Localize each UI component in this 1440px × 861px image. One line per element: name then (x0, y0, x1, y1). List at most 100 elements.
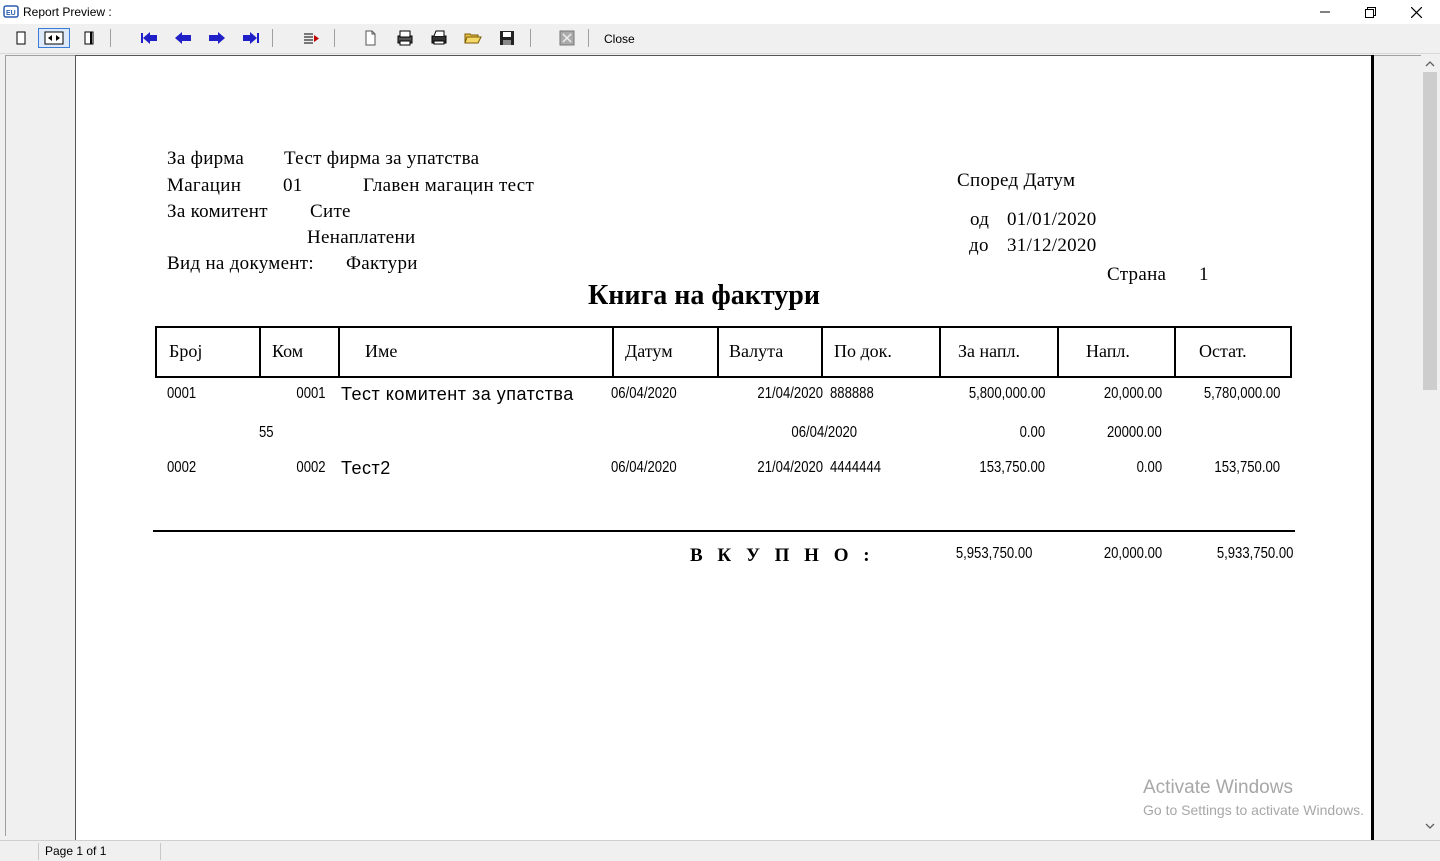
total-za-napl: 5,953,750.00 (955, 545, 1032, 562)
activation-watermark-subtitle: Go to Settings to activate Windows. (1143, 802, 1364, 818)
one-page-button[interactable] (10, 28, 32, 48)
warehouse-label: Магацин (167, 175, 242, 196)
col-header-napl: Напл. (1086, 341, 1130, 361)
page-number: 1 (1199, 264, 1209, 285)
company-label: За фирма (167, 148, 245, 169)
activation-watermark-title: Activate Windows (1143, 777, 1293, 798)
cell-sub-date: 06/04/2020 (791, 424, 857, 441)
cell-za-napl: 5,800,000.00 (968, 385, 1045, 402)
fit-width-button[interactable] (38, 28, 70, 48)
minimize-icon (1320, 11, 1330, 13)
save-button[interactable] (496, 28, 518, 48)
printer-setup-button[interactable] (394, 28, 416, 48)
cell-ostat: 153,750.00 (1214, 459, 1280, 476)
cell-po-dok: 888888 (830, 385, 874, 402)
col-header-ime: Име (365, 341, 398, 361)
col-header-datum: Датум (625, 341, 673, 361)
doc-type-label: Вид на документ: (167, 253, 314, 274)
company-value: Тест фирма за упатства (284, 148, 480, 169)
cell-sub-za-napl: 0.00 (1019, 424, 1045, 441)
goto-page-icon (304, 33, 319, 44)
page-status: Page 1 of 1 (38, 843, 161, 860)
close-icon (1410, 6, 1422, 18)
scroll-down-icon[interactable] (1425, 821, 1435, 831)
open-icon (464, 33, 482, 44)
svg-text:EU: EU (6, 10, 16, 17)
restore-button[interactable] (1347, 0, 1393, 24)
next-page-icon (209, 32, 225, 44)
prev-page-button[interactable] (172, 28, 194, 48)
totals-divider (153, 530, 1295, 532)
warehouse-code: 01 (283, 175, 303, 196)
col-header-kom: Ком (272, 341, 304, 361)
client-value: Сите (310, 201, 351, 222)
cell-za-napl: 153,750.00 (979, 459, 1045, 476)
zoom-icon (559, 30, 575, 46)
page-setup-icon (365, 30, 376, 46)
last-page-icon (243, 32, 259, 44)
print-icon (431, 30, 447, 45)
cell-ime: Тест комитент за упатства (341, 384, 574, 404)
save-icon (500, 31, 514, 45)
col-header-broj: Број (169, 341, 203, 361)
cell-datum: 06/04/2020 (611, 459, 677, 476)
doc-type-value: Фактури (346, 253, 418, 274)
cell-broj: 0002 (167, 459, 197, 476)
restore-icon (1364, 6, 1376, 18)
total-napl: 20,000.00 (1103, 545, 1162, 562)
zoom-button[interactable] (556, 28, 578, 48)
cell-sub-number: 55 (259, 424, 274, 441)
one-page-icon (16, 31, 26, 45)
page-setup-button[interactable] (359, 28, 381, 48)
vertical-scrollbar[interactable] (1421, 55, 1440, 835)
cell-ostat: 5,780,000.00 (1203, 385, 1280, 402)
table-header: Број Ком Име Датум Валута По док. За нап… (155, 326, 1292, 378)
window-title: Report Preview : (23, 5, 112, 19)
app-icon: EU (3, 5, 19, 18)
cell-ime: Тест2 (341, 458, 391, 478)
cell-napl: 20,000.00 (1103, 385, 1162, 402)
total-ostat: 5,933,750.00 (1216, 545, 1293, 562)
print-button[interactable] (428, 28, 450, 48)
two-page-icon (84, 31, 94, 45)
to-label: до (969, 235, 989, 256)
toolbar (0, 24, 1440, 54)
status-bar: Page 1 of 1 (0, 840, 1440, 861)
col-header-ostat: Остат. (1199, 341, 1247, 361)
from-date: 01/01/2020 (1007, 209, 1097, 230)
cell-datum: 06/04/2020 (611, 385, 677, 402)
cell-kom: 0001 (296, 385, 326, 402)
col-header-po-dok: По док. (834, 341, 892, 361)
printer-setup-icon (397, 30, 413, 46)
status-value: Ненаплатени (307, 227, 416, 248)
scrollbar-thumb[interactable] (1423, 72, 1437, 390)
first-page-button[interactable] (138, 28, 160, 48)
open-button[interactable] (462, 28, 484, 48)
next-page-button[interactable] (206, 28, 228, 48)
col-header-valuta: Валута (729, 341, 784, 361)
total-label: В К У П Н О : (690, 545, 875, 566)
client-label: За комитент (167, 201, 268, 222)
cell-napl: 0.00 (1136, 459, 1162, 476)
report-title: Книга на фактури (588, 280, 821, 311)
warehouse-name: Главен магацин тест (363, 175, 535, 196)
prev-page-icon (175, 32, 191, 44)
report-page: За фирма Тест фирма за упатства Магацин … (75, 55, 1371, 856)
sort-label: Според Датум (957, 170, 1076, 191)
close-report-button[interactable]: Close (604, 32, 635, 46)
to-date: 31/12/2020 (1007, 235, 1097, 256)
cell-broj: 0001 (167, 385, 197, 402)
cell-po-dok: 4444444 (830, 459, 882, 476)
cell-valuta: 21/04/2020 (757, 459, 823, 476)
two-page-button[interactable] (78, 28, 100, 48)
col-header-za-napl: За напл. (958, 341, 1021, 361)
cell-sub-napl: 20000.00 (1107, 424, 1162, 441)
scroll-up-icon[interactable] (1425, 59, 1435, 69)
last-page-button[interactable] (240, 28, 262, 48)
first-page-icon (141, 32, 157, 44)
cell-kom: 0002 (296, 459, 326, 476)
goto-page-button[interactable] (300, 28, 322, 48)
close-window-button[interactable] (1393, 0, 1439, 24)
minimize-button[interactable] (1302, 0, 1348, 24)
from-label: од (970, 209, 990, 230)
